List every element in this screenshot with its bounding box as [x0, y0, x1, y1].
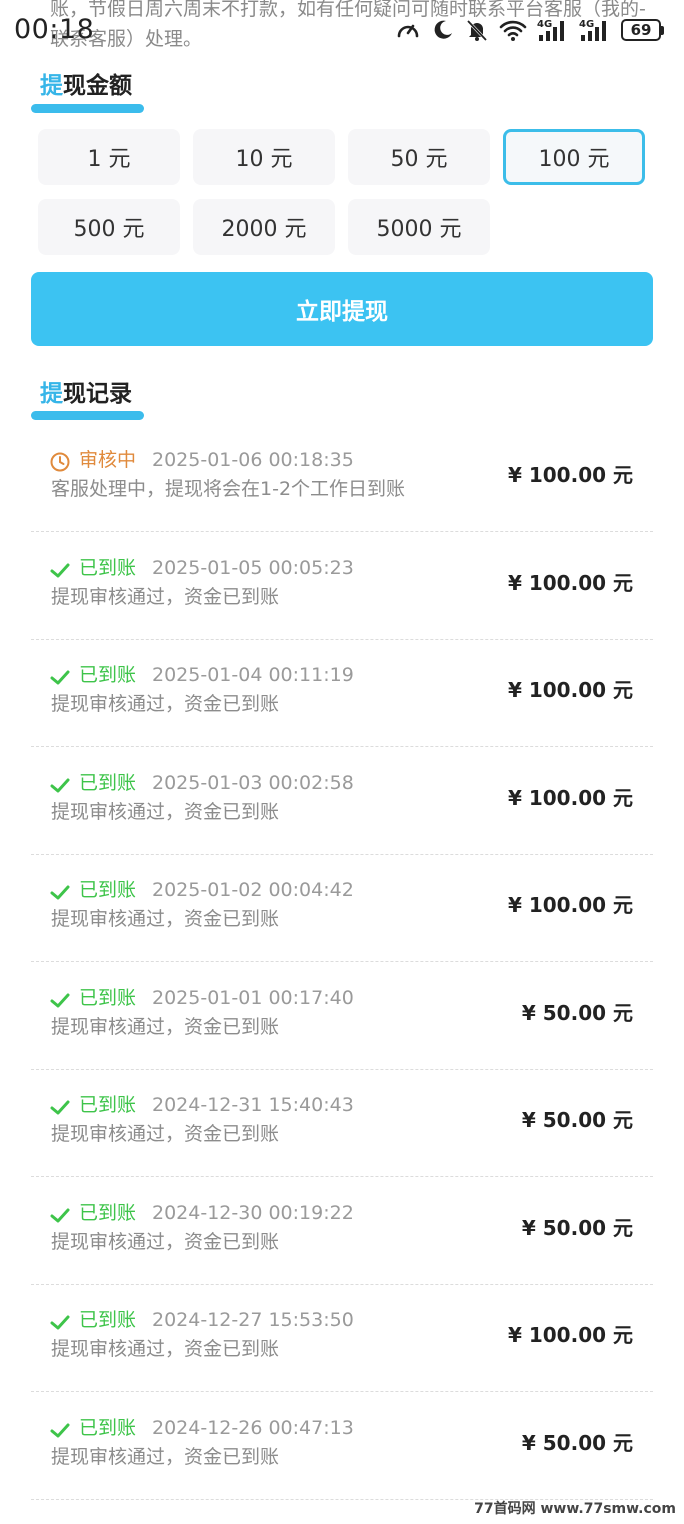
record-status: 已到账: [79, 771, 137, 794]
record-time: 2025-01-02 00:04:42: [152, 879, 354, 901]
record-row: 已到账 2025-01-03 00:02:58 提现审核通过，资金已到账 ¥ 100.…: [31, 748, 653, 855]
status-icons: 4G 4G 69: [395, 14, 664, 46]
record-description: 提现审核通过，资金已到账: [51, 693, 280, 715]
record-status: 已到账: [79, 1094, 137, 1116]
record-amount: ¥ 100.00 元: [507, 1323, 633, 1347]
record-amount: ¥ 50.00 元: [521, 1000, 633, 1025]
svg-text:4G: 4G: [537, 19, 552, 30]
record-status: 已到账: [79, 1416, 137, 1439]
record-time: 2024-12-30 00:19:22: [152, 1201, 354, 1224]
wifi-icon: [499, 20, 527, 41]
record-description: 提现审核通过，资金已到账: [51, 1123, 280, 1145]
signal-4g-icon-2: 4G: [579, 19, 606, 41]
check-icon: [49, 989, 71, 1011]
status-bar: 账，节假日周六周末不打款，如有任何疑问可随时联系平台客服（我的-联系客服）处理。…: [0, 0, 684, 58]
amount-option-500[interactable]: 500 元: [38, 199, 180, 255]
record-amount: ¥ 100.00 元: [507, 463, 633, 487]
withdraw-now-button[interactable]: 立即提现: [31, 272, 653, 346]
record-description: 提现审核通过，资金已到账: [51, 1445, 280, 1468]
record-time: 2024-12-31 15:40:43: [152, 1094, 354, 1116]
record-status: 已到账: [79, 664, 137, 686]
amount-option-100[interactable]: 100 元: [503, 129, 645, 185]
record-amount: ¥ 100.00 元: [507, 570, 633, 595]
check-icon: [49, 881, 71, 903]
amount-option-50[interactable]: 50 元: [348, 129, 490, 185]
check-icon: [49, 1096, 71, 1118]
withdraw-amount-title: 提现金额: [40, 73, 132, 99]
record-description: 提现审核通过，资金已到账: [51, 800, 280, 823]
record-row: 审核中 2025-01-06 00:18:35 客服处理中，提现将会在1-2个工作日…: [31, 425, 653, 532]
record-row: 已到账 2025-01-04 00:11:19 提现审核通过，资金已到账 ¥ 100.…: [31, 640, 653, 747]
record-status: 已到账: [79, 1201, 137, 1224]
record-row: 已到账 2025-01-02 00:04:42 提现审核通过，资金已到账 ¥ 100.…: [31, 855, 653, 962]
title-underline: [31, 411, 144, 420]
record-amount: ¥ 100.00 元: [507, 785, 633, 810]
record-time: 2025-01-04 00:11:19: [152, 664, 354, 686]
check-icon: [49, 666, 71, 688]
amount-option-5000[interactable]: 5000 元: [348, 199, 490, 255]
record-description: 提现审核通过，资金已到账: [51, 1230, 280, 1253]
record-amount: ¥ 50.00 元: [521, 1430, 633, 1455]
record-amount: ¥ 50.00 元: [521, 1215, 633, 1240]
record-row: 已到账 2024-12-27 15:53:50 提现审核通过，资金已到账 ¥ 100.…: [31, 1285, 653, 1392]
record-description: 客服处理中，提现将会在1-2个工作日到账: [51, 478, 406, 500]
speedometer-icon: [397, 24, 419, 38]
record-row: 已到账 2024-12-31 15:40:43 提现审核通过，资金已到账 ¥ 50.0…: [31, 1070, 653, 1177]
record-description: 提现审核通过，资金已到账: [51, 585, 280, 608]
status-time: 00:18: [14, 14, 95, 45]
clock-icon: [49, 451, 71, 473]
record-amount: ¥ 100.00 元: [507, 678, 633, 702]
withdraw-records-title: 提现记录: [40, 381, 132, 407]
check-icon: [49, 559, 71, 581]
watermark: 77首码网 www.77smw.com: [474, 1501, 676, 1517]
title-underline: [31, 104, 144, 113]
battery-level: 69: [621, 19, 661, 41]
amount-option-10[interactable]: 10 元: [193, 129, 335, 185]
record-status: 已到账: [79, 879, 137, 901]
record-row: 已到账 2025-01-01 00:17:40 提现审核通过，资金已到账 ¥ 50.0…: [31, 963, 653, 1070]
amount-option-1[interactable]: 1 元: [38, 129, 180, 185]
check-icon: [49, 1204, 71, 1226]
record-time: 2025-01-03 00:02:58: [152, 771, 354, 794]
record-description: 提现审核通过，资金已到账: [51, 1015, 280, 1038]
record-amount: ¥ 50.00 元: [521, 1108, 633, 1132]
record-time: 2024-12-26 00:47:13: [152, 1416, 354, 1439]
record-amount: ¥ 100.00 元: [507, 893, 633, 917]
check-icon: [49, 774, 71, 796]
record-time: 2024-12-27 15:53:50: [152, 1309, 354, 1331]
battery-icon: 69: [621, 19, 664, 41]
record-status: 已到账: [79, 986, 137, 1009]
svg-text:4G: 4G: [579, 19, 594, 30]
record-row: 已到账 2024-12-26 00:47:13 提现审核通过，资金已到账 ¥ 50.0…: [31, 1393, 653, 1500]
record-status: 已到账: [79, 1309, 137, 1331]
record-row: 已到账 2024-12-30 00:19:22 提现审核通过，资金已到账 ¥ 50.0…: [31, 1178, 653, 1285]
record-time: 2025-01-05 00:05:23: [152, 556, 354, 579]
record-row: 已到账 2025-01-05 00:05:23 提现审核通过，资金已到账 ¥ 100.…: [31, 533, 653, 640]
record-time: 2025-01-06 00:18:35: [152, 449, 354, 471]
record-status: 已到账: [79, 556, 137, 579]
bell-muted-icon: [466, 19, 488, 42]
check-icon: [49, 1419, 71, 1441]
amount-option-2000[interactable]: 2000 元: [193, 199, 335, 255]
check-icon: [49, 1311, 71, 1333]
record-status: 审核中: [79, 449, 137, 471]
moon-icon: [434, 20, 452, 39]
record-description: 提现审核通过，资金已到账: [51, 1338, 280, 1360]
signal-4g-icon: 4G: [537, 19, 564, 41]
record-description: 提现审核通过，资金已到账: [51, 908, 280, 930]
record-time: 2025-01-01 00:17:40: [152, 986, 354, 1009]
